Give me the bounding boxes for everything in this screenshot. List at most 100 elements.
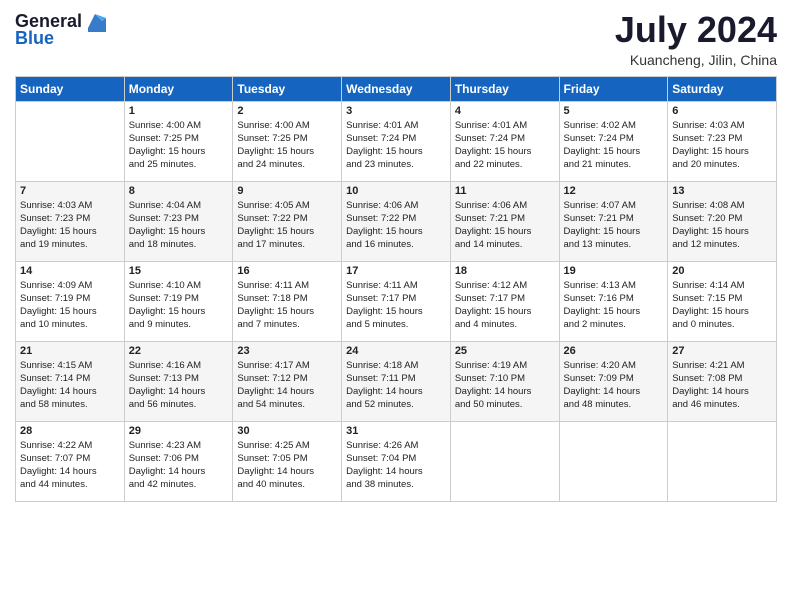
day-number: 20 — [672, 265, 772, 277]
day-number: 2 — [237, 105, 337, 117]
calendar-cell: 22Sunrise: 4:16 AM Sunset: 7:13 PM Dayli… — [124, 341, 233, 421]
calendar-cell: 3 Sunrise: 4:01 AM Sunset: 7:24 PM Daylig… — [342, 101, 451, 181]
calendar-cell: 14 Sunrise: 4:09 AM Sunset: 7:19 PM Dayli… — [16, 261, 125, 341]
logo-icon — [84, 10, 106, 32]
cell-info: Sunrise: 4:03 AM Sunset: 7:23 PM Dayligh… — [672, 119, 772, 172]
cell-info: Sunrise: 4:20 AM Sunset: 7:09 PM Dayligh… — [564, 359, 664, 412]
calendar-cell: 29 Sunrise: 4:23 AM Sunset: 7:06 PM Dayli… — [124, 421, 233, 501]
cell-info: Sunrise: 4:23 AM Sunset: 7:06 PM Dayligh… — [129, 439, 229, 492]
calendar-cell: 16 Sunrise: 4:11 AM Sunset: 7:18 PM Dayli… — [233, 261, 342, 341]
day-number: 31 — [346, 425, 446, 437]
location: Kuancheng, Jilin, China — [615, 52, 777, 68]
day-number: 23 — [237, 345, 337, 357]
header-day: Monday — [124, 76, 233, 101]
header-day: Thursday — [450, 76, 559, 101]
cell-info: Sunrise: 4:00 AM Sunset: 7:25 PM Dayligh… — [129, 119, 229, 172]
header-day: Sunday — [16, 76, 125, 101]
header-day: Friday — [559, 76, 668, 101]
day-number: 30 — [237, 425, 337, 437]
calendar-cell — [668, 421, 777, 501]
calendar-week: 1Sunrise: 4:00 AM Sunset: 7:25 PM Daylig… — [16, 101, 777, 181]
month-year: July 2024 — [615, 10, 777, 50]
day-number: 8 — [129, 185, 229, 197]
day-number: 9 — [237, 185, 337, 197]
calendar-cell: 26 Sunrise: 4:20 AM Sunset: 7:09 PM Dayli… — [559, 341, 668, 421]
calendar-cell: 17Sunrise: 4:11 AM Sunset: 7:17 PM Dayli… — [342, 261, 451, 341]
calendar-cell: 11Sunrise: 4:06 AM Sunset: 7:21 PM Dayli… — [450, 181, 559, 261]
cell-info: Sunrise: 4:10 AM Sunset: 7:19 PM Dayligh… — [129, 279, 229, 332]
day-number: 19 — [564, 265, 664, 277]
day-number: 14 — [20, 265, 120, 277]
calendar-cell: 21 Sunrise: 4:15 AM Sunset: 7:14 PM Dayli… — [16, 341, 125, 421]
cell-info: Sunrise: 4:25 AM Sunset: 7:05 PM Dayligh… — [237, 439, 337, 492]
calendar-cell: 28 Sunrise: 4:22 AM Sunset: 7:07 PM Dayli… — [16, 421, 125, 501]
calendar-cell: 6 Sunrise: 4:03 AM Sunset: 7:23 PM Daylig… — [668, 101, 777, 181]
calendar-cell: 30 Sunrise: 4:25 AM Sunset: 7:05 PM Dayli… — [233, 421, 342, 501]
calendar-cell: 7Sunrise: 4:03 AM Sunset: 7:23 PM Daylig… — [16, 181, 125, 261]
day-number: 13 — [672, 185, 772, 197]
calendar-cell — [450, 421, 559, 501]
cell-info: Sunrise: 4:01 AM Sunset: 7:24 PM Dayligh… — [346, 119, 446, 172]
header-day: Saturday — [668, 76, 777, 101]
page: General Blue July 2024 Kuancheng, Jilin,… — [0, 0, 792, 612]
cell-info: Sunrise: 4:06 AM Sunset: 7:22 PM Dayligh… — [346, 199, 446, 252]
cell-info: Sunrise: 4:11 AM Sunset: 7:18 PM Dayligh… — [237, 279, 337, 332]
calendar-cell: 19Sunrise: 4:13 AM Sunset: 7:16 PM Dayli… — [559, 261, 668, 341]
day-number: 21 — [20, 345, 120, 357]
cell-info: Sunrise: 4:19 AM Sunset: 7:10 PM Dayligh… — [455, 359, 555, 412]
calendar-cell: 5 Sunrise: 4:02 AM Sunset: 7:24 PM Daylig… — [559, 101, 668, 181]
cell-info: Sunrise: 4:17 AM Sunset: 7:12 PM Dayligh… — [237, 359, 337, 412]
cell-info: Sunrise: 4:22 AM Sunset: 7:07 PM Dayligh… — [20, 439, 120, 492]
cell-info: Sunrise: 4:01 AM Sunset: 7:24 PM Dayligh… — [455, 119, 555, 172]
cell-info: Sunrise: 4:12 AM Sunset: 7:17 PM Dayligh… — [455, 279, 555, 332]
calendar-cell: 18 Sunrise: 4:12 AM Sunset: 7:17 PM Dayli… — [450, 261, 559, 341]
calendar-week: 28 Sunrise: 4:22 AM Sunset: 7:07 PM Dayli… — [16, 421, 777, 501]
cell-info: Sunrise: 4:21 AM Sunset: 7:08 PM Dayligh… — [672, 359, 772, 412]
header-day: Tuesday — [233, 76, 342, 101]
calendar-cell: 20 Sunrise: 4:14 AM Sunset: 7:15 PM Dayli… — [668, 261, 777, 341]
calendar-cell: 12 Sunrise: 4:07 AM Sunset: 7:21 PM Dayli… — [559, 181, 668, 261]
calendar-cell: 10 Sunrise: 4:06 AM Sunset: 7:22 PM Dayli… — [342, 181, 451, 261]
day-number: 26 — [564, 345, 664, 357]
cell-info: Sunrise: 4:02 AM Sunset: 7:24 PM Dayligh… — [564, 119, 664, 172]
calendar-cell: 24 Sunrise: 4:18 AM Sunset: 7:11 PM Dayli… — [342, 341, 451, 421]
calendar-week: 21 Sunrise: 4:15 AM Sunset: 7:14 PM Dayli… — [16, 341, 777, 421]
day-number: 18 — [455, 265, 555, 277]
calendar-cell: 15Sunrise: 4:10 AM Sunset: 7:19 PM Dayli… — [124, 261, 233, 341]
cell-info: Sunrise: 4:00 AM Sunset: 7:25 PM Dayligh… — [237, 119, 337, 172]
day-number: 10 — [346, 185, 446, 197]
calendar-table: SundayMondayTuesdayWednesdayThursdayFrid… — [15, 76, 777, 502]
day-number: 11 — [455, 185, 555, 197]
calendar-cell: 23 Sunrise: 4:17 AM Sunset: 7:12 PM Dayli… — [233, 341, 342, 421]
calendar-cell — [16, 101, 125, 181]
cell-info: Sunrise: 4:14 AM Sunset: 7:15 PM Dayligh… — [672, 279, 772, 332]
cell-info: Sunrise: 4:08 AM Sunset: 7:20 PM Dayligh… — [672, 199, 772, 252]
day-number: 5 — [564, 105, 664, 117]
cell-info: Sunrise: 4:15 AM Sunset: 7:14 PM Dayligh… — [20, 359, 120, 412]
cell-info: Sunrise: 4:16 AM Sunset: 7:13 PM Dayligh… — [129, 359, 229, 412]
calendar-cell — [559, 421, 668, 501]
day-number: 24 — [346, 345, 446, 357]
day-number: 16 — [237, 265, 337, 277]
calendar-cell: 31Sunrise: 4:26 AM Sunset: 7:04 PM Dayli… — [342, 421, 451, 501]
cell-info: Sunrise: 4:05 AM Sunset: 7:22 PM Dayligh… — [237, 199, 337, 252]
day-number: 28 — [20, 425, 120, 437]
header-row: SundayMondayTuesdayWednesdayThursdayFrid… — [16, 76, 777, 101]
calendar-cell: 2 Sunrise: 4:00 AM Sunset: 7:25 PM Daylig… — [233, 101, 342, 181]
cell-info: Sunrise: 4:18 AM Sunset: 7:11 PM Dayligh… — [346, 359, 446, 412]
cell-info: Sunrise: 4:09 AM Sunset: 7:19 PM Dayligh… — [20, 279, 120, 332]
day-number: 3 — [346, 105, 446, 117]
day-number: 29 — [129, 425, 229, 437]
day-number: 6 — [672, 105, 772, 117]
day-number: 27 — [672, 345, 772, 357]
calendar-cell: 27 Sunrise: 4:21 AM Sunset: 7:08 PM Dayli… — [668, 341, 777, 421]
day-number: 12 — [564, 185, 664, 197]
calendar-week: 7Sunrise: 4:03 AM Sunset: 7:23 PM Daylig… — [16, 181, 777, 261]
calendar-cell: 9 Sunrise: 4:05 AM Sunset: 7:22 PM Daylig… — [233, 181, 342, 261]
cell-info: Sunrise: 4:07 AM Sunset: 7:21 PM Dayligh… — [564, 199, 664, 252]
title-block: July 2024 Kuancheng, Jilin, China — [615, 10, 777, 68]
calendar-cell: 8Sunrise: 4:04 AM Sunset: 7:23 PM Daylig… — [124, 181, 233, 261]
logo-blue: Blue — [15, 28, 54, 49]
day-number: 17 — [346, 265, 446, 277]
calendar-week: 14 Sunrise: 4:09 AM Sunset: 7:19 PM Dayli… — [16, 261, 777, 341]
